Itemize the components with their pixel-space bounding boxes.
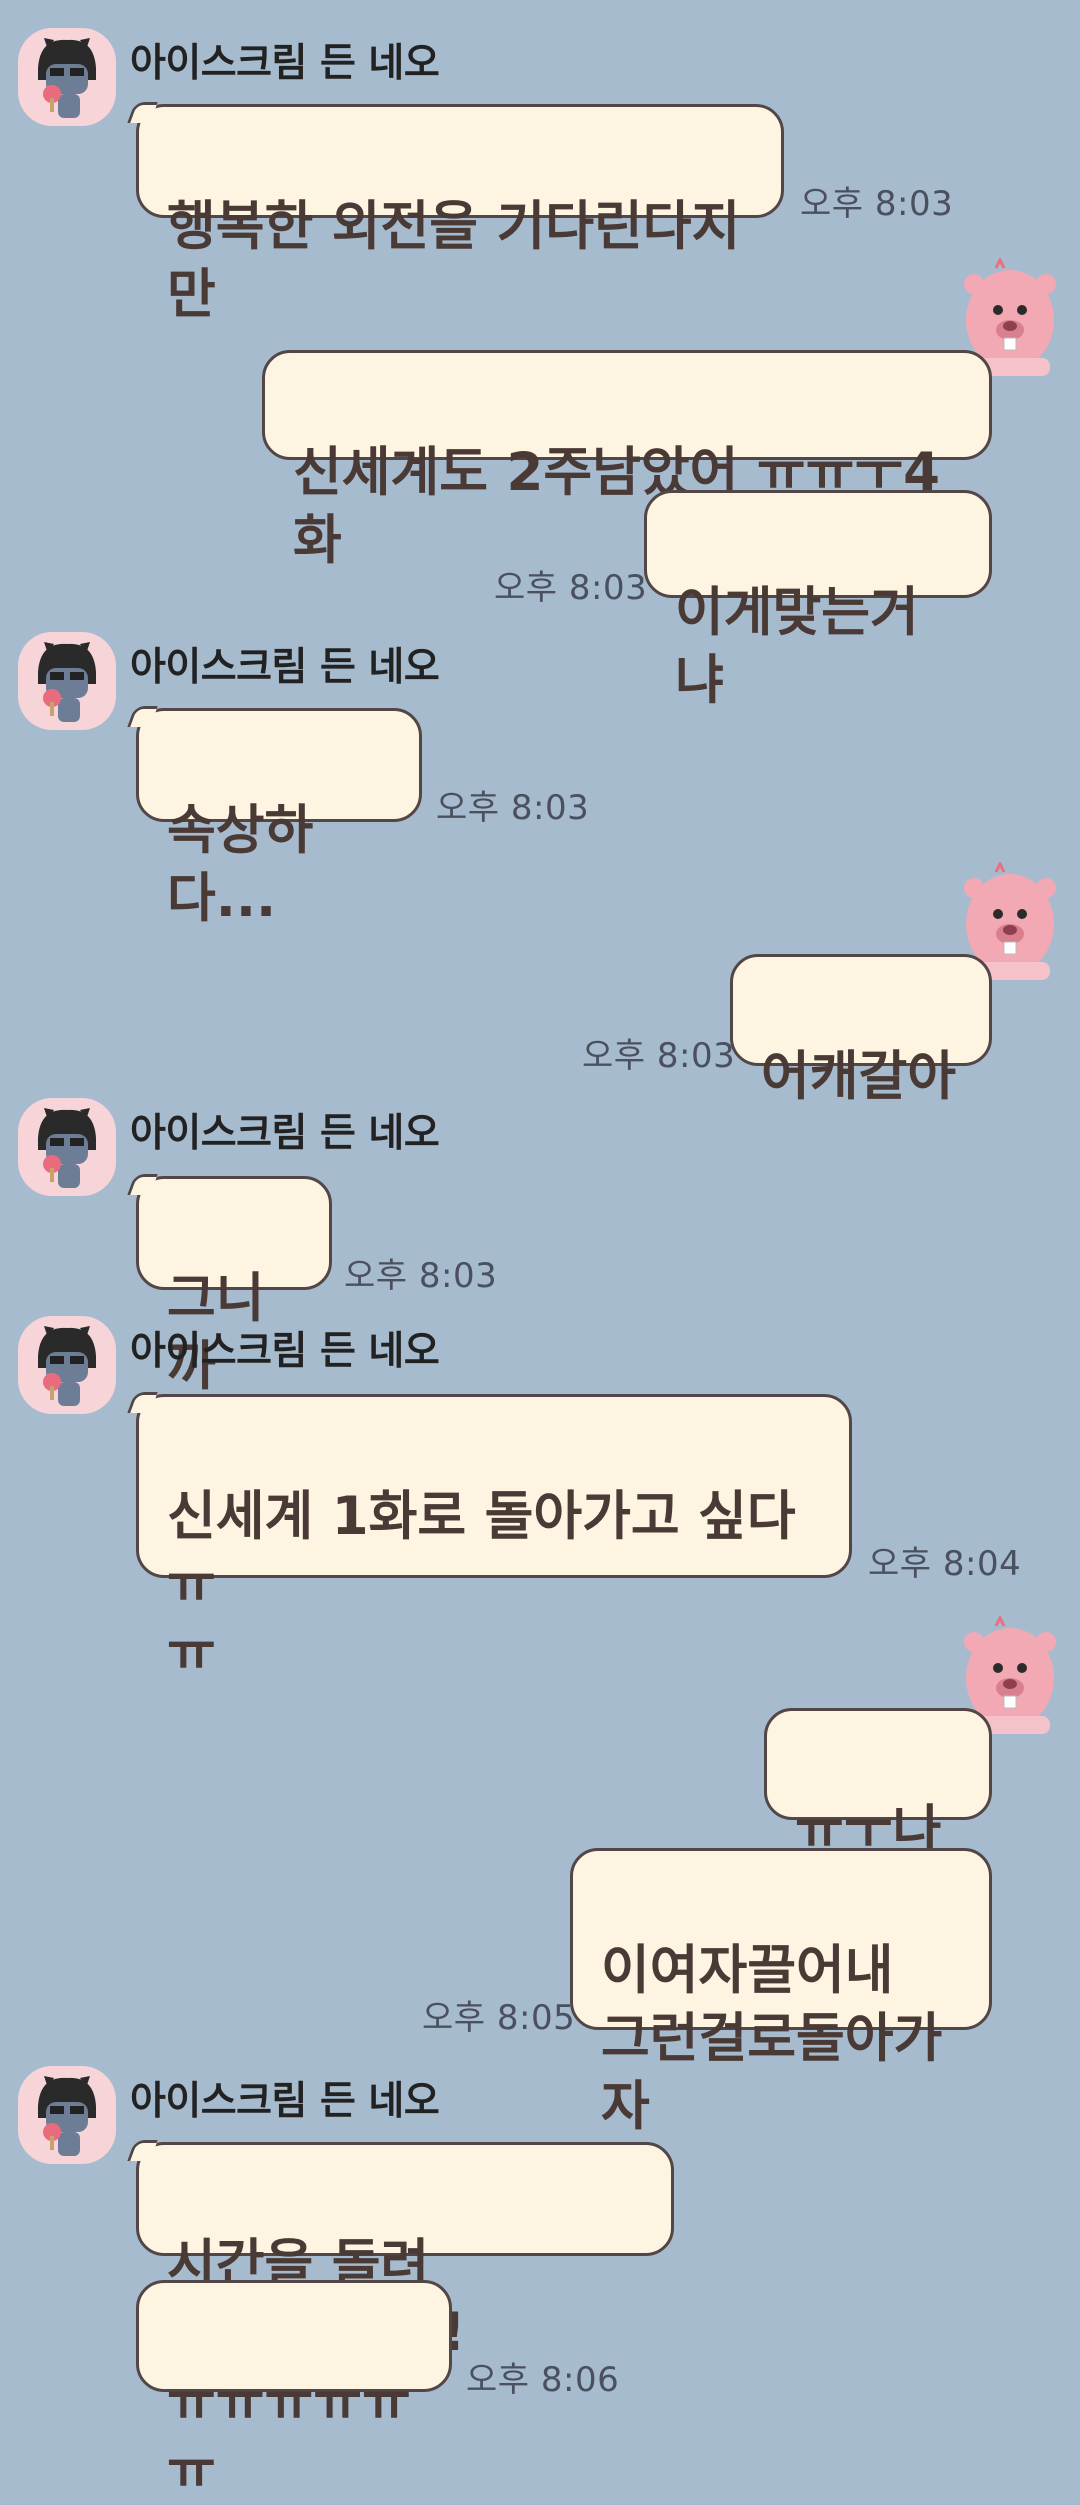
sender-name: 아이스크림 든 네오 [130,1329,440,1374]
message-bubble[interactable]: 이게맞는거냐 [644,490,992,711]
message-time: 오후 8:03 [494,568,648,608]
message-bubble[interactable]: 신세계도 2주남았어 ㅠㅠㅜ4화 [262,350,992,571]
message-time: 오후 8:03 [800,184,954,224]
message-text: 속상하다... [167,800,314,929]
message-bubble[interactable]: 이여자끌어내 그런걸로돌아가자 [570,1848,992,2137]
neo-avatar-icon[interactable] [18,632,116,730]
message-bubble[interactable]: ㅠㅜ나도 [764,1708,992,1929]
message-text: 어캐갈아 [761,1046,957,1107]
message-bubble[interactable]: 그니까 [136,1176,332,1397]
message-text: 신세계 1화로 돌아가고 싶다 ㅠ ㅠ [167,1486,796,1683]
message-text: ㅠㅠㅠㅠㅠㅠ [167,2372,411,2501]
message-bubble[interactable]: 시간을 돌려~~~~!!!!! [136,2142,674,2363]
message-time: 오후 8:04 [868,1544,1022,1584]
message-time: 오후 8:05 [422,1998,576,2038]
message-time: 오후 8:06 [466,2360,620,2400]
sender-name: 아이스크림 든 네오 [130,645,440,690]
message-text: 행복한 외전을 기다린다지만 [167,196,741,325]
neo-avatar-icon[interactable] [18,1316,116,1414]
neo-avatar-icon[interactable] [18,1098,116,1196]
sender-name: 아이스크림 든 네오 [130,1111,440,1156]
message-bubble[interactable]: 어캐갈아 [730,954,992,1107]
message-bubble[interactable]: ㅠㅠㅠㅠㅠㅠ [136,2280,452,2501]
neo-avatar-icon[interactable] [18,2066,116,2164]
message-text: 이여자끌어내 그런걸로돌아가자 [601,1940,943,2137]
message-bubble[interactable]: 속상하다... [136,708,422,929]
neo-avatar-icon[interactable] [18,28,116,126]
sender-name: 아이스크림 든 네오 [130,2079,440,2124]
message-text: 이게맞는거냐 [675,582,919,711]
message-time: 오후 8:03 [436,788,590,828]
sender-name: 아이스크림 든 네오 [130,41,440,86]
message-time: 오후 8:03 [582,1036,736,1076]
message-bubble[interactable]: 신세계 1화로 돌아가고 싶다 ㅠ ㅠ [136,1394,852,1683]
message-time: 오후 8:03 [344,1256,498,1296]
message-bubble[interactable]: 행복한 외전을 기다린다지만 [136,104,784,325]
chat-room: 아이스크림 든 네오 행복한 외전을 기다린다지만 오후 8:03 신세계도 2… [0,0,1080,2501]
